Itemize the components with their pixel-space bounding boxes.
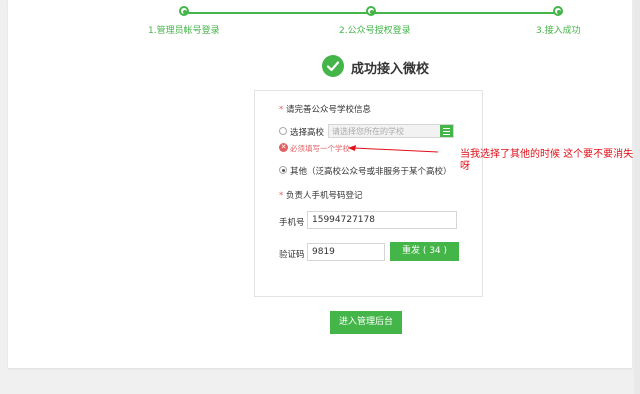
phone-label: 手机号: [279, 218, 305, 228]
step-3-label: 3.接入成功: [536, 26, 581, 36]
radio-select-school-label: 选择高校: [290, 128, 325, 138]
error-x-icon: ✕: [279, 143, 288, 152]
step-2-label: 2.公众号授权登录: [339, 26, 411, 36]
annotation-note: 当我选择了其他的时候 这个要不要消失呀: [460, 149, 634, 172]
enter-admin-button[interactable]: 进入管理后台: [330, 311, 402, 334]
school-section-text: 请完善公众号学校信息: [285, 105, 371, 115]
school-select[interactable]: 请选择您所在的学校: [328, 124, 454, 138]
code-label: 验证码: [279, 250, 305, 260]
required-mark: *: [279, 105, 284, 115]
error-message: 必须填写一个学校: [290, 144, 350, 153]
radio-other[interactable]: [279, 166, 287, 174]
annotation-arrow-icon: [348, 145, 439, 153]
code-value: 9819: [312, 247, 335, 257]
radio-other-label: 其他（泛高校公众号或非服务于某个高校）: [290, 167, 452, 177]
phone-value: 15994727178: [312, 215, 375, 225]
step-3-dot-icon: [553, 6, 563, 16]
code-input[interactable]: 9819: [307, 243, 385, 261]
success-check-icon: [322, 55, 344, 77]
step-connector-2: [371, 12, 558, 14]
list-icon[interactable]: [440, 125, 453, 137]
step-2-dot-icon: [366, 6, 376, 16]
required-mark-2: *: [279, 191, 284, 201]
radio-select-school[interactable]: [279, 127, 287, 135]
resend-button[interactable]: 重发 ( 34 ): [390, 242, 459, 261]
phone-input[interactable]: 15994727178: [307, 211, 457, 229]
school-section-label: * 请完善公众号学校信息: [279, 103, 371, 115]
step-1-dot-icon: [179, 6, 189, 16]
success-title: 成功接入微校: [351, 62, 430, 77]
step-1-label: 1.管理员帐号登录: [148, 26, 220, 36]
step-connector-1: [184, 12, 371, 14]
school-select-placeholder: 请选择您所在的学校: [332, 127, 404, 136]
phone-section-label: * 负责人手机号码登记: [279, 189, 362, 201]
phone-section-text: 负责人手机号码登记: [285, 191, 363, 201]
scrollbar[interactable]: [634, 0, 640, 394]
